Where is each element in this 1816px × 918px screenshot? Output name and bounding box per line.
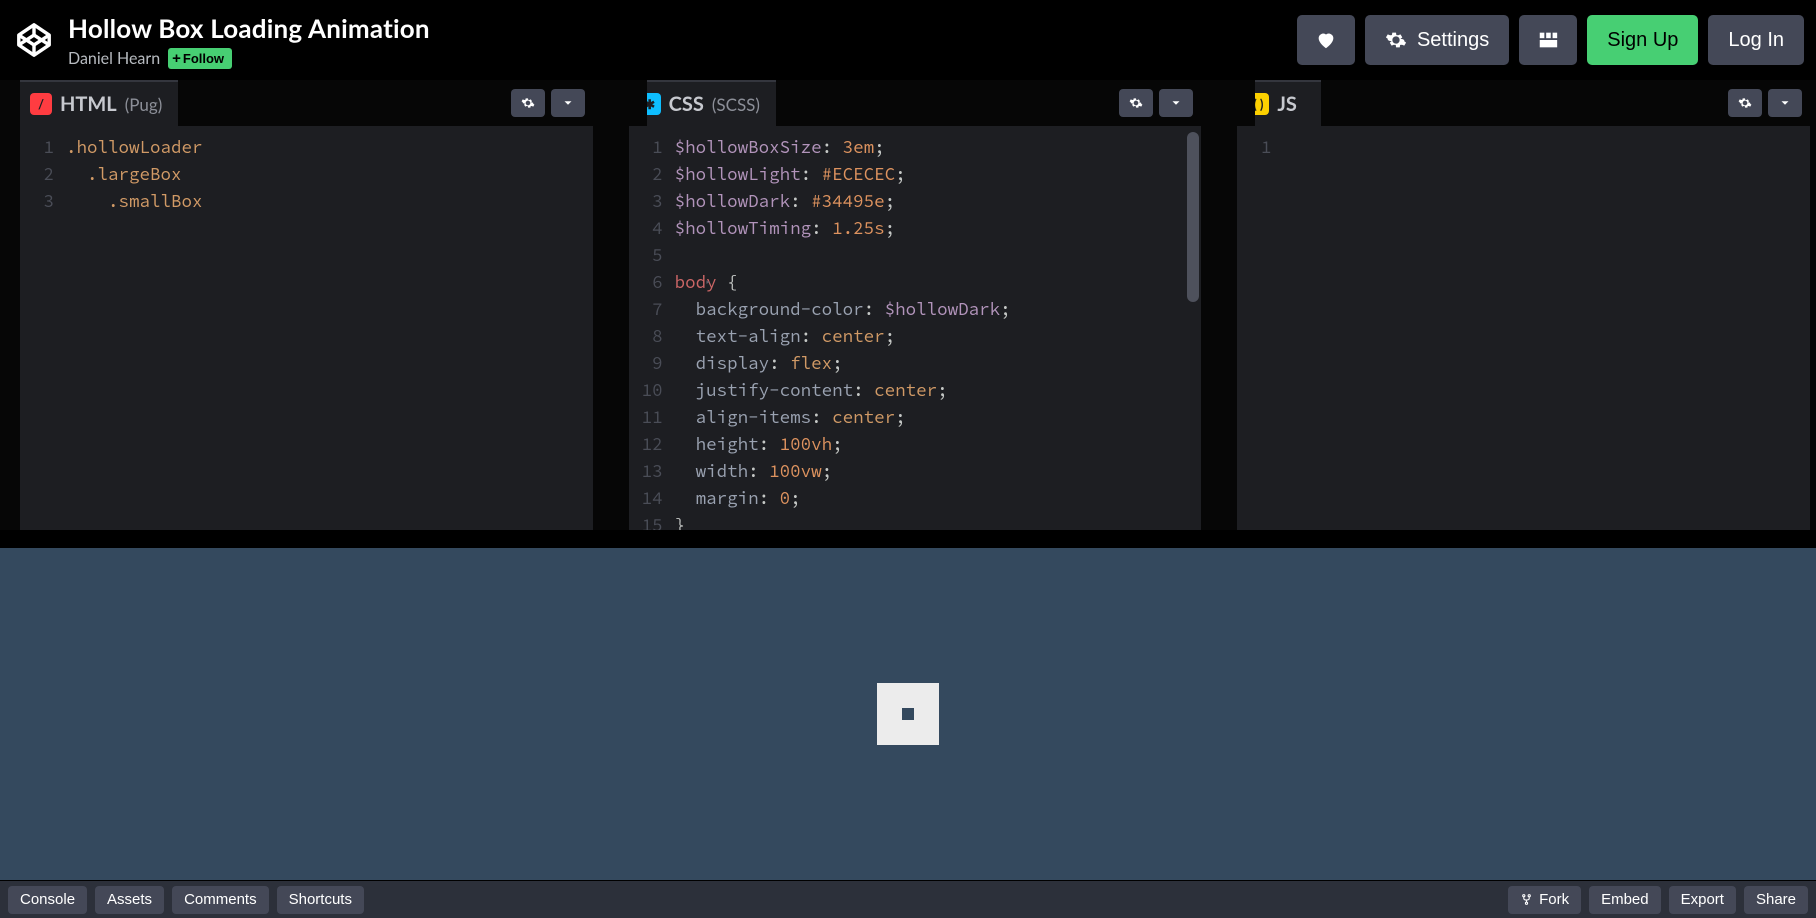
title-box: Hollow Box Loading Animation Daniel Hear…: [68, 12, 430, 69]
preview-small-box: [902, 708, 914, 720]
gutter: 1: [1237, 126, 1281, 530]
footer-btn-embed[interactable]: Embed: [1589, 886, 1661, 914]
footer-btn-comments[interactable]: Comments: [172, 886, 269, 914]
css-code-area[interactable]: 123456789101112131415 $hollowBoxSize: 3e…: [629, 126, 1202, 530]
footer-btn-export[interactable]: Export: [1669, 886, 1736, 914]
author-name[interactable]: Daniel Hearn: [68, 49, 160, 68]
css-badge-icon: ✱: [639, 93, 661, 115]
html-settings-button[interactable]: [511, 89, 545, 117]
css-settings-button[interactable]: [1119, 89, 1153, 117]
chevron-down-icon: [1778, 96, 1792, 110]
html-code-area[interactable]: 123 .hollowLoader .largeBox .smallBox: [20, 126, 593, 530]
editors-row: / HTML (Pug) 123 .hollowLoader .largeBox…: [0, 80, 1816, 530]
gear-icon: [1385, 29, 1407, 51]
layout-icon: [1537, 29, 1559, 51]
fork-icon: [1520, 893, 1533, 906]
pen-title: Hollow Box Loading Animation: [68, 12, 430, 44]
gutter: 123456789101112131415: [629, 126, 673, 530]
tab-css-label: CSS: [669, 92, 704, 116]
login-label: Log In: [1728, 29, 1784, 52]
codepen-logo-icon[interactable]: [12, 18, 56, 62]
footer-left: Console Assets Comments Shortcuts: [8, 886, 364, 914]
tab-html-label: HTML: [60, 92, 117, 116]
preview-large-box: [877, 683, 939, 745]
footer-btn-console[interactable]: Console: [8, 886, 87, 914]
gear-icon: [521, 96, 535, 110]
signup-label: Sign Up: [1607, 29, 1678, 52]
js-settings-button[interactable]: [1728, 89, 1762, 117]
editor-html: / HTML (Pug) 123 .hollowLoader .largeBox…: [20, 80, 593, 530]
login-button[interactable]: Log In: [1708, 15, 1804, 65]
preview-pane: [0, 530, 1816, 880]
tab-css[interactable]: ✱ CSS (SCSS): [629, 80, 776, 126]
settings-button[interactable]: Settings: [1365, 15, 1509, 65]
follow-label: Follow: [183, 51, 224, 66]
scrollbar-thumb[interactable]: [1187, 132, 1199, 302]
view-switch-button[interactable]: [1519, 15, 1577, 65]
footer-btn-share[interactable]: Share: [1744, 886, 1808, 914]
gutter: 123: [20, 126, 64, 530]
footer-btn-fork[interactable]: Fork: [1508, 886, 1581, 914]
header: Hollow Box Loading Animation Daniel Hear…: [0, 0, 1816, 80]
tab-js-label: JS: [1277, 92, 1297, 116]
code-lines[interactable]: $hollowBoxSize: 3em;$hollowLight: #ECECE…: [673, 126, 1011, 530]
chevron-down-icon: [561, 96, 575, 110]
plus-icon: +: [172, 50, 181, 67]
footer-btn-assets[interactable]: Assets: [95, 886, 164, 914]
settings-label: Settings: [1417, 29, 1489, 52]
tab-js[interactable]: ( ) JS: [1237, 80, 1321, 126]
code-lines[interactable]: [1281, 126, 1294, 530]
tab-css-preproc: (SCSS): [712, 94, 760, 115]
follow-button[interactable]: + Follow: [168, 48, 232, 69]
js-code-area[interactable]: 1: [1237, 126, 1810, 530]
gear-icon: [1738, 96, 1752, 110]
chevron-down-icon: [1169, 96, 1183, 110]
footer-btn-shortcuts[interactable]: Shortcuts: [277, 886, 364, 914]
header-actions: Settings Sign Up Log In: [1297, 15, 1804, 65]
gear-icon: [1129, 96, 1143, 110]
tab-html-preproc: (Pug): [125, 94, 163, 115]
editor-js: ( ) JS 1: [1237, 80, 1810, 530]
footer: Console Assets Comments Shortcuts Fork Embed…: [0, 880, 1816, 918]
html-badge-icon: /: [30, 93, 52, 115]
js-expand-button[interactable]: [1768, 89, 1802, 117]
footer-right: Fork Embed Export Share: [1508, 886, 1808, 914]
html-expand-button[interactable]: [551, 89, 585, 117]
editor-css: ✱ CSS (SCSS) 123456789101112131415 $holl…: [629, 80, 1202, 530]
love-button[interactable]: [1297, 15, 1355, 65]
signup-button[interactable]: Sign Up: [1587, 15, 1698, 65]
tab-html[interactable]: / HTML (Pug): [20, 80, 178, 126]
code-lines[interactable]: .hollowLoader .largeBox .smallBox: [64, 126, 203, 530]
css-expand-button[interactable]: [1159, 89, 1193, 117]
js-badge-icon: ( ): [1247, 93, 1269, 115]
heart-icon: [1315, 29, 1337, 51]
